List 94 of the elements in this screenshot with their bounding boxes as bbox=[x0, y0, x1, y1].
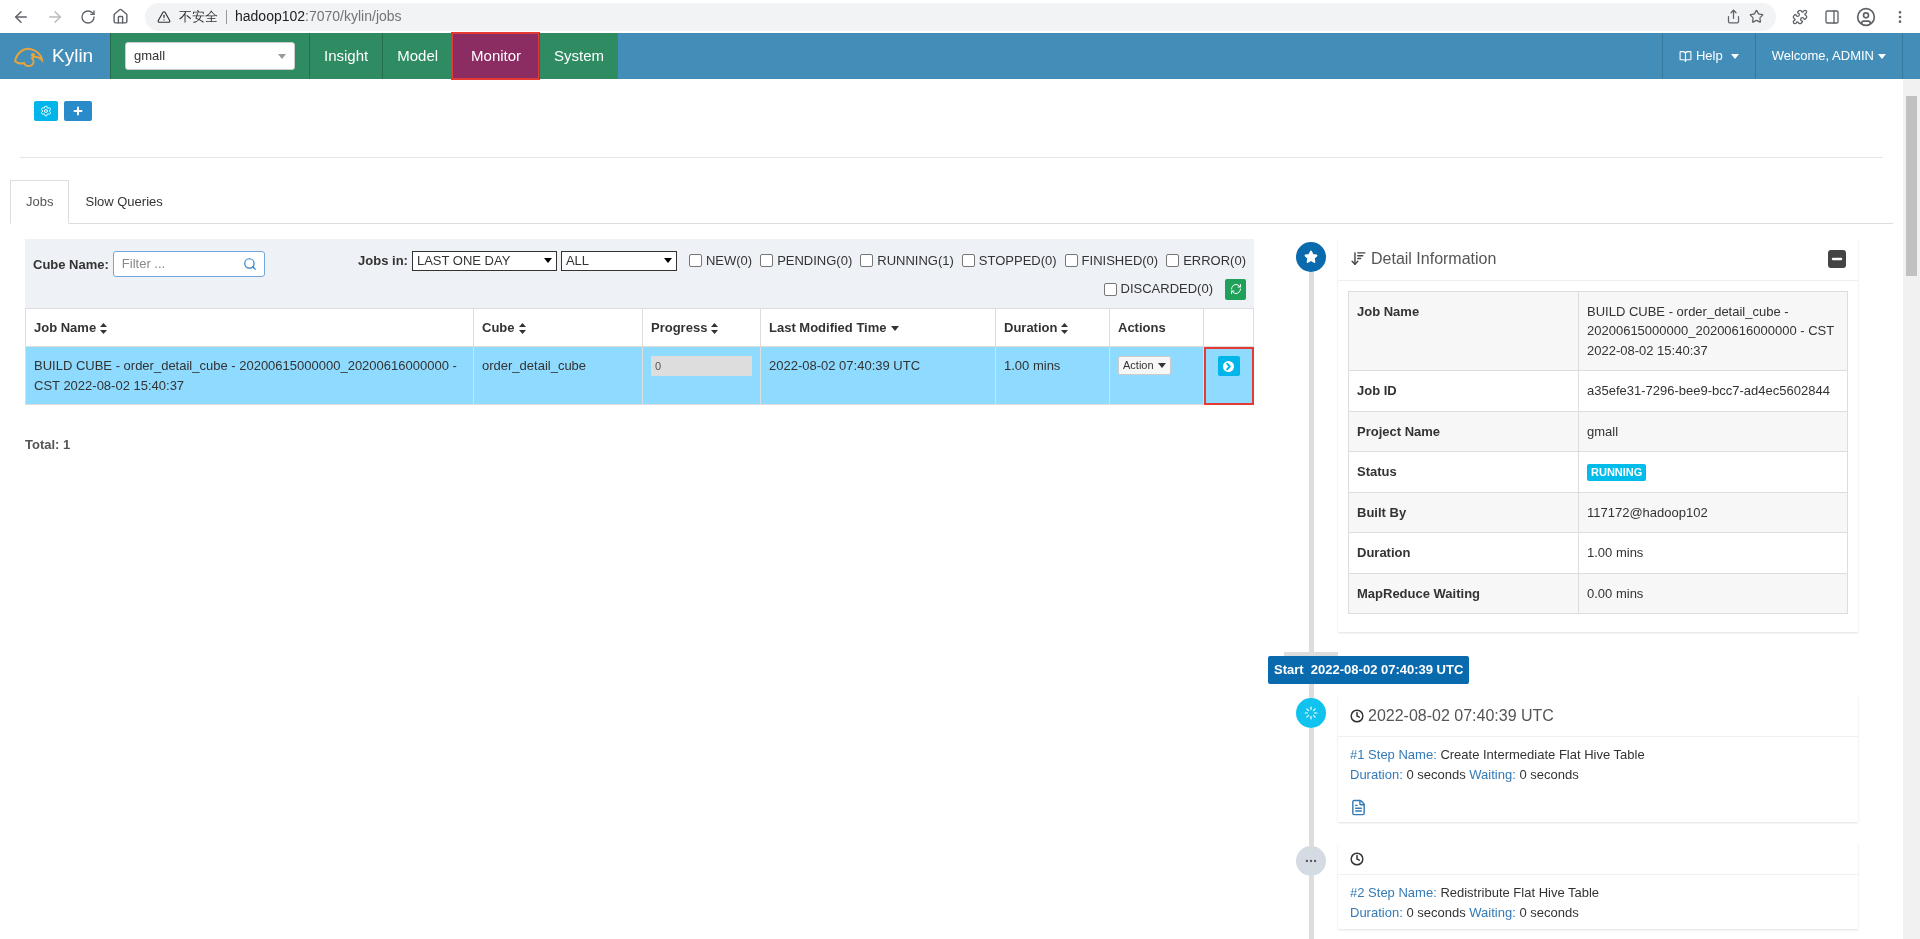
field-value: BUILD CUBE - order_detail_cube - 20200615000000_20200616000000 - CST 2022-08-02 15:40:37 bbox=[1587, 303, 1834, 358]
refresh-icon bbox=[1229, 283, 1242, 295]
field-value: 117172@hadoop102 bbox=[1587, 504, 1708, 520]
url-text: hadoop102:7070/kylin/jobs bbox=[235, 7, 402, 26]
help-menu[interactable]: Help bbox=[1661, 33, 1755, 79]
caret-icon bbox=[543, 258, 552, 263]
checkbox[interactable] bbox=[961, 254, 975, 267]
nav-item[interactable]: Monitor bbox=[452, 33, 540, 79]
checkbox[interactable] bbox=[760, 254, 774, 267]
total-count: Total: 1 bbox=[25, 436, 72, 454]
log-file-icon[interactable] bbox=[1350, 798, 1367, 816]
project-select[interactable]: gmall bbox=[125, 42, 295, 70]
table-cell: order_detail_cube bbox=[473, 346, 643, 405]
field-label: MapReduce Waiting bbox=[1348, 573, 1579, 614]
checkbox[interactable] bbox=[1166, 254, 1180, 267]
table-cell: BUILD CUBE - order_detail_cube - 20200615000000_20200616000000 - CST 2022-08-02 15:40:37 bbox=[25, 346, 474, 405]
refresh-button[interactable] bbox=[1225, 278, 1246, 300]
chevron-right-icon bbox=[1223, 360, 1234, 372]
column-header[interactable]: Job Name bbox=[25, 308, 474, 347]
checkbox[interactable] bbox=[688, 254, 702, 267]
field-label: Job Name bbox=[1348, 291, 1579, 371]
status-filter-label[interactable]: STOPPED(0) bbox=[978, 250, 1057, 271]
caret-icon bbox=[1730, 53, 1739, 59]
caret-icon bbox=[1157, 362, 1166, 368]
status-filter-label[interactable]: RUNNING(1) bbox=[877, 250, 954, 271]
action-dropdown[interactable]: Action bbox=[1118, 356, 1171, 375]
tab[interactable]: Jobs bbox=[10, 180, 70, 224]
status-filter-label[interactable]: PENDING(0) bbox=[777, 250, 853, 271]
profile-icon[interactable] bbox=[1856, 6, 1876, 27]
start-time-badge: Start 2022-08-02 07:40:39 UTC bbox=[1268, 656, 1470, 684]
field-value: 0.00 mins bbox=[1587, 585, 1644, 601]
details-button[interactable] bbox=[1217, 356, 1240, 376]
step-name-line: #1 Step Name: Create Intermediate Flat Hive Table bbox=[1350, 745, 1646, 764]
home-icon[interactable] bbox=[112, 8, 129, 25]
user-menu[interactable]: Welcome, ADMIN bbox=[1754, 33, 1903, 79]
reload-icon[interactable] bbox=[80, 8, 96, 25]
search-icon[interactable] bbox=[242, 256, 257, 271]
jobs-in-label: Jobs in: bbox=[358, 251, 408, 270]
spinner-icon bbox=[1304, 705, 1318, 720]
cube-name-filter-field[interactable]: Filter ... bbox=[112, 250, 265, 277]
field-label: Built By bbox=[1348, 492, 1579, 533]
extensions-icon[interactable] bbox=[1792, 8, 1808, 25]
time-range-select[interactable]: LAST ONE DAY bbox=[411, 250, 557, 271]
caret-icon bbox=[278, 53, 286, 59]
checkbox[interactable] bbox=[860, 254, 874, 267]
share-icon[interactable] bbox=[1726, 9, 1741, 24]
bookmark-star-icon[interactable] bbox=[1749, 9, 1764, 24]
field-value: 1.00 mins bbox=[1587, 545, 1644, 560]
job-row[interactable]: BUILD CUBE - order_detail_cube - 20200615000000_20200616000000 - CST 2022-08-02 15:40:37 order_detail_cube 0 2022-08-02 07:40:39 UTC 1.00 mins Action bbox=[25, 346, 1254, 405]
collapse-button[interactable] bbox=[1828, 249, 1846, 268]
field-label: Job ID bbox=[1348, 370, 1579, 411]
brand-name[interactable]: Kylin bbox=[52, 41, 94, 71]
address-bar[interactable]: 不安全 hadoop102:7070/kylin/jobs bbox=[145, 2, 1776, 31]
clock-icon bbox=[1350, 708, 1364, 723]
gears-icon bbox=[40, 105, 52, 117]
caret-icon bbox=[663, 258, 672, 263]
column-header[interactable]: Progress bbox=[642, 308, 761, 347]
book-icon bbox=[1678, 49, 1692, 63]
status-filter-label[interactable]: NEW(0) bbox=[705, 250, 753, 271]
field-value: a35efe31-7296-bee9-bcc7-ad4ec5602844 bbox=[1587, 383, 1830, 398]
cube-name-label: Cube Name: bbox=[33, 255, 109, 274]
caret-icon bbox=[1878, 53, 1886, 59]
column-header[interactable]: Last Modified Time bbox=[760, 308, 996, 347]
field-label: Status bbox=[1348, 451, 1579, 492]
checkbox[interactable] bbox=[1064, 254, 1078, 267]
clock-icon bbox=[1350, 851, 1364, 866]
status-filter-label[interactable]: FINISHED(0) bbox=[1081, 250, 1159, 271]
job-type-select[interactable]: ALL bbox=[560, 250, 677, 271]
sort-list-icon bbox=[1350, 250, 1367, 267]
column-header[interactable]: Cube bbox=[473, 308, 643, 347]
plus-icon bbox=[72, 105, 84, 117]
column-header[interactable]: Duration bbox=[995, 308, 1110, 347]
status-filter-label[interactable]: DISCARDED(0) bbox=[1120, 279, 1213, 299]
status-badge: RUNNING bbox=[1587, 464, 1647, 481]
checkbox[interactable] bbox=[1103, 282, 1117, 296]
step-time: 2022-08-02 07:40:39 UTC bbox=[1368, 705, 1554, 726]
star-icon bbox=[1304, 249, 1318, 264]
column-header[interactable]: Actions bbox=[1109, 308, 1204, 347]
table-cell: 2022-08-02 07:40:39 UTC bbox=[760, 346, 996, 405]
step-timing-line: Duration: 0 seconds Waiting: 0 seconds bbox=[1350, 765, 1580, 784]
add-button[interactable] bbox=[64, 101, 92, 121]
status-filter-label[interactable]: ERROR(0) bbox=[1183, 250, 1246, 271]
side-panel-icon[interactable] bbox=[1824, 8, 1840, 25]
field-label: Project Name bbox=[1348, 411, 1579, 452]
tab[interactable]: Slow Queries bbox=[69, 180, 179, 224]
warning-icon bbox=[157, 9, 171, 24]
detail-title: Detail Information bbox=[1371, 248, 1497, 269]
security-label: 不安全 bbox=[179, 7, 218, 26]
progress-text: 0 bbox=[655, 359, 662, 374]
field-label: Duration bbox=[1348, 532, 1579, 573]
step-name-line: #2 Step Name: Redistribute Flat Hive Table bbox=[1350, 883, 1601, 902]
step-timing-line: Duration: 0 seconds Waiting: 0 seconds bbox=[1350, 903, 1580, 922]
table-cell: 1.00 mins bbox=[995, 346, 1110, 405]
field-value: gmall bbox=[1587, 423, 1619, 439]
